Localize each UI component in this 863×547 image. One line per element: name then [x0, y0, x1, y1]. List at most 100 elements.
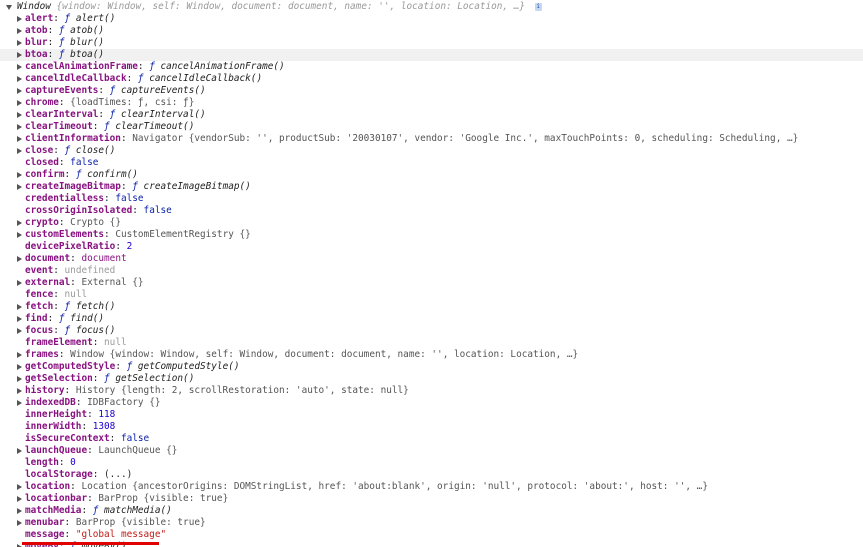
expand-triangle-icon[interactable]: [17, 352, 22, 358]
expand-triangle-icon[interactable]: [17, 388, 22, 394]
property-row[interactable]: cancelIdleCallback: ƒ cancelIdleCallback…: [0, 73, 863, 85]
property-row[interactable]: length: 0: [0, 457, 863, 469]
property-row[interactable]: confirm: ƒ confirm(): [0, 169, 863, 181]
property-row[interactable]: alert: ƒ alert(): [0, 13, 863, 25]
expand-triangle-icon[interactable]: [17, 112, 22, 118]
expand-triangle-icon[interactable]: [17, 304, 22, 310]
property-row[interactable]: history: History {length: 2, scrollResto…: [0, 385, 863, 397]
property-key: crossOriginIsolated: [25, 205, 133, 216]
property-row[interactable]: clearInterval: ƒ clearInterval(): [0, 109, 863, 121]
expand-triangle-icon[interactable]: [17, 376, 22, 382]
expand-triangle-icon[interactable]: [17, 520, 22, 526]
collapse-triangle-icon[interactable]: [6, 5, 12, 10]
property-row[interactable]: innerHeight: 118: [0, 409, 863, 421]
window-object-header[interactable]: Window {window: Window, self: Window, do…: [0, 1, 863, 13]
property-separator: :: [47, 25, 59, 36]
property-row[interactable]: getComputedStyle: ƒ getComputedStyle(): [0, 361, 863, 373]
property-row[interactable]: blur: ƒ blur(): [0, 37, 863, 49]
property-key: frames: [25, 349, 59, 360]
property-key: close: [25, 145, 54, 156]
property-row[interactable]: close: ƒ close(): [0, 145, 863, 157]
expand-triangle-icon[interactable]: [17, 76, 22, 82]
property-key: event: [25, 265, 54, 276]
property-row[interactable]: document: document: [0, 253, 863, 265]
property-row[interactable]: external: External {}: [0, 277, 863, 289]
expand-triangle-icon[interactable]: [17, 28, 22, 34]
expand-triangle-icon[interactable]: [17, 364, 22, 370]
property-row[interactable]: locationbar: BarProp {visible: true}: [0, 493, 863, 505]
expand-triangle-icon[interactable]: [17, 16, 22, 22]
expand-triangle-icon[interactable]: [17, 124, 22, 130]
property-row[interactable]: location: Location {ancestorOrigins: DOM…: [0, 481, 863, 493]
object-preview: {window: Window, self: Window, document:…: [56, 1, 526, 12]
property-separator: :: [58, 157, 71, 168]
property-row[interactable]: find: ƒ find(): [0, 313, 863, 325]
property-separator: :: [87, 445, 99, 456]
property-row[interactable]: isSecureContext: false: [0, 433, 863, 445]
property-row[interactable]: menubar: BarProp {visible: true}: [0, 517, 863, 529]
property-row[interactable]: btoa: ƒ btoa(): [0, 49, 863, 61]
property-row[interactable]: fetch: ƒ fetch(): [0, 301, 863, 313]
property-row[interactable]: closed: false: [0, 157, 863, 169]
property-value: find(): [64, 313, 105, 324]
red-annotation-underline: [22, 542, 159, 545]
expand-triangle-icon[interactable]: [17, 220, 22, 226]
property-row[interactable]: crypto: Crypto {}: [0, 217, 863, 229]
property-row[interactable]: cancelAnimationFrame: ƒ cancelAnimationF…: [0, 61, 863, 73]
expand-triangle-icon[interactable]: [17, 232, 22, 238]
expand-triangle-icon[interactable]: [17, 496, 22, 502]
property-row[interactable]: innerWidth: 1308: [0, 421, 863, 433]
property-row[interactable]: chrome: {loadTimes: ƒ, csi: ƒ}: [0, 97, 863, 109]
property-row[interactable]: message: "global message": [0, 529, 863, 541]
expand-triangle-icon[interactable]: [17, 508, 22, 514]
property-row[interactable]: matchMedia: ƒ matchMedia(): [0, 505, 863, 517]
property-separator: :: [104, 193, 116, 204]
property-value: matchMedia(): [98, 505, 172, 516]
expand-triangle-icon[interactable]: [17, 256, 22, 262]
property-row[interactable]: indexedDB: IDBFactory {}: [0, 397, 863, 409]
info-icon[interactable]: i: [534, 3, 542, 11]
property-value: External {}: [81, 277, 144, 288]
property-row[interactable]: launchQueue: LaunchQueue {}: [0, 445, 863, 457]
expand-triangle-icon[interactable]: [17, 64, 22, 70]
property-row[interactable]: atob: ƒ atob(): [0, 25, 863, 37]
property-row[interactable]: credentialless: false: [0, 193, 863, 205]
property-row[interactable]: getSelection: ƒ getSelection(): [0, 373, 863, 385]
expand-triangle-icon[interactable]: [17, 148, 22, 154]
devtools-console-object-tree: Window {window: Window, self: Window, do…: [0, 0, 863, 547]
property-row[interactable]: focus: ƒ focus(): [0, 325, 863, 337]
property-row[interactable]: fence: null: [0, 289, 863, 301]
property-row[interactable]: frameElement: null: [0, 337, 863, 349]
property-row[interactable]: clearTimeout: ƒ clearTimeout(): [0, 121, 863, 133]
property-separator: :: [64, 529, 76, 540]
property-row[interactable]: localStorage: (...): [0, 469, 863, 481]
expand-triangle-icon[interactable]: [17, 136, 22, 142]
property-row[interactable]: event: undefined: [0, 265, 863, 277]
expand-triangle-icon[interactable]: [17, 328, 22, 334]
property-separator: :: [53, 13, 65, 24]
expand-triangle-icon[interactable]: [17, 52, 22, 58]
expand-triangle-icon[interactable]: [17, 100, 22, 106]
expand-triangle-icon[interactable]: [17, 172, 22, 178]
expand-triangle-icon[interactable]: [17, 484, 22, 490]
expand-triangle-icon[interactable]: [17, 280, 22, 286]
expand-triangle-icon[interactable]: [17, 400, 22, 406]
expand-triangle-icon[interactable]: [17, 88, 22, 94]
property-row[interactable]: crossOriginIsolated: false: [0, 205, 863, 217]
property-row[interactable]: devicePixelRatio: 2: [0, 241, 863, 253]
property-row[interactable]: createImageBitmap: ƒ createImageBitmap(): [0, 181, 863, 193]
property-value: 2: [126, 241, 133, 252]
property-key: clientInformation: [25, 133, 121, 144]
property-separator: :: [98, 85, 110, 96]
expand-triangle-icon[interactable]: [17, 448, 22, 454]
property-value: Window {window: Window, self: Window, do…: [70, 349, 579, 360]
expand-triangle-icon[interactable]: [17, 40, 22, 46]
property-row[interactable]: frames: Window {window: Window, self: Wi…: [0, 349, 863, 361]
property-row[interactable]: captureEvents: ƒ captureEvents(): [0, 85, 863, 97]
property-row[interactable]: clientInformation: Navigator {vendorSub:…: [0, 133, 863, 145]
expand-triangle-icon[interactable]: [17, 316, 22, 322]
property-separator: :: [109, 433, 121, 444]
expand-triangle-icon[interactable]: [17, 184, 22, 190]
property-separator: :: [47, 37, 59, 48]
property-row[interactable]: customElements: CustomElementRegistry {}: [0, 229, 863, 241]
